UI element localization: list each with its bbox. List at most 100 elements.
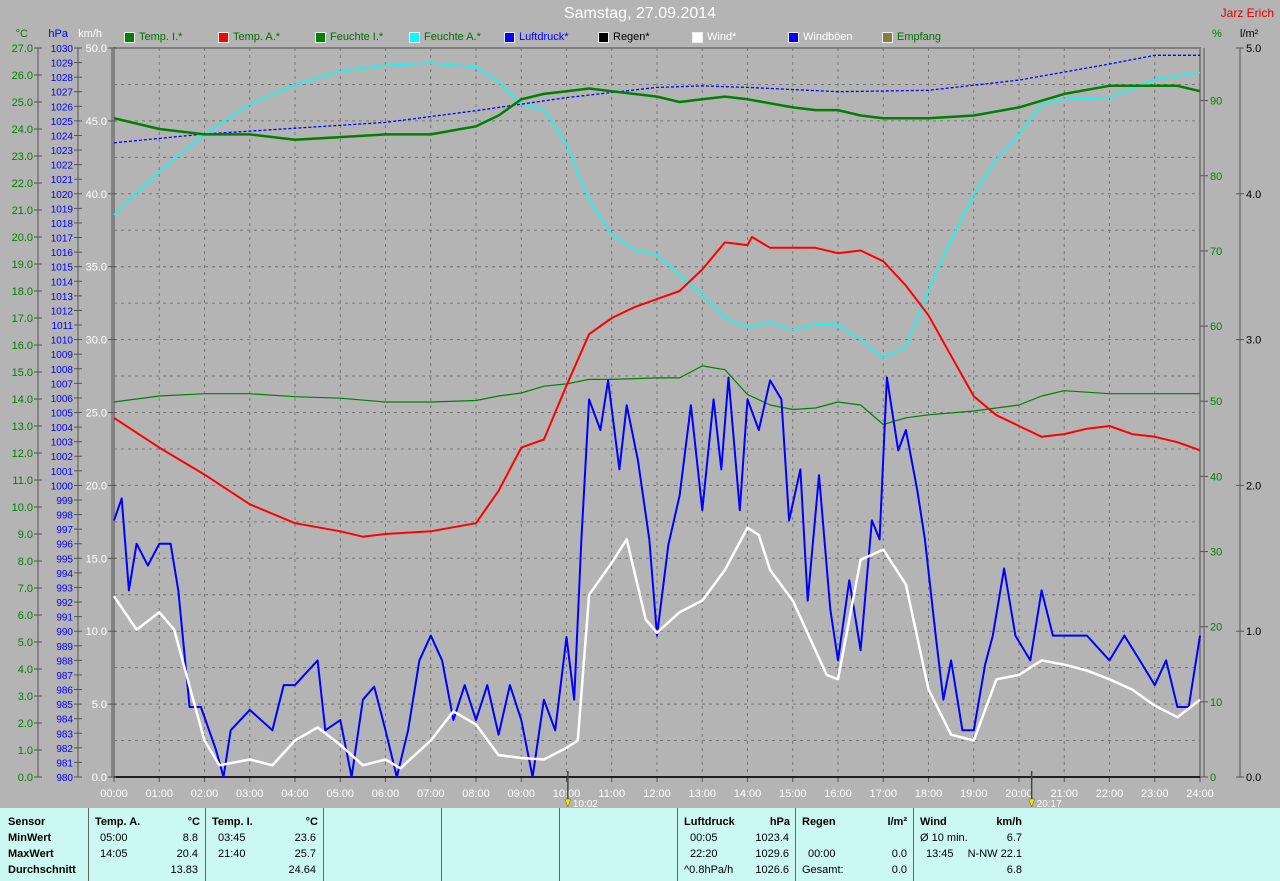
- temp-i-min: 23.6: [294, 832, 316, 844]
- pressure-tick-label: 1013: [51, 292, 74, 303]
- temp-a-max-time: 14:05: [100, 848, 128, 860]
- wind-avg: 6.7: [1006, 832, 1022, 844]
- pressure-tick-label: 1007: [51, 379, 74, 390]
- legend-swatch: [218, 31, 229, 43]
- pressure-tick-label: 981: [56, 758, 73, 769]
- pressure-tick-label: 995: [56, 554, 73, 565]
- wind-day-avg: 6.8: [1006, 864, 1022, 876]
- legend-item: Empfang: [882, 31, 941, 43]
- pressure-header: Luftdruck: [684, 816, 735, 828]
- temp-a-header: Temp. A.: [95, 816, 141, 828]
- temp-tick-label: 19.0: [12, 259, 33, 271]
- pressure-tick-label: 1000: [51, 481, 74, 492]
- legend-item: Regen*: [598, 31, 650, 43]
- rain-tick-label: 1.0: [1246, 626, 1261, 638]
- humidity-tick-label: 20: [1210, 622, 1222, 634]
- x-tick-label: 24:00: [1186, 788, 1214, 800]
- avg-row-label: Durchschnitt: [8, 864, 76, 876]
- temp-tick-label: 22.0: [12, 178, 33, 190]
- legend-label: Feuchte I.*: [330, 31, 384, 43]
- wind-tick-label: 20.0: [86, 480, 107, 492]
- stats-table: Sensor MinWert MaxWert Durchschnitt Temp…: [0, 808, 1280, 881]
- wind-unit: km/h: [996, 816, 1022, 828]
- chart-title: Samstag, 27.09.2014: [563, 5, 717, 22]
- legend-swatch: [409, 31, 420, 43]
- pressure-tick-label: 983: [56, 729, 73, 740]
- pressure-tick-label: 989: [56, 642, 73, 653]
- temp-tick-label: 4.0: [18, 664, 33, 676]
- sun-marker-icon: [1028, 798, 1036, 808]
- wind-tick-label: 5.0: [92, 699, 107, 711]
- pressure-tick-label: 1002: [51, 452, 74, 463]
- pressure-tick-label: 1014: [51, 277, 74, 288]
- pressure-avg: 1026.6: [755, 864, 789, 876]
- x-tick-label: 05:00: [326, 788, 354, 800]
- x-tick-label: 12:00: [643, 788, 671, 800]
- temp-tick-label: 27.0: [12, 43, 33, 55]
- legend-label: Wind*: [707, 31, 737, 43]
- x-tick-label: 04:00: [281, 788, 309, 800]
- wind-tick-label: 0.0: [92, 772, 107, 784]
- rain-time: 00:00: [808, 848, 836, 860]
- pressure-tick-label: 1022: [51, 161, 74, 172]
- x-tick-label: 01:00: [145, 788, 173, 800]
- legend-item: Windböen: [788, 31, 853, 43]
- legend-item: Feuchte A.*: [409, 31, 481, 43]
- pressure-tick-label: 1004: [51, 423, 74, 434]
- pressure-tick-label: 1016: [51, 248, 74, 259]
- pressure-tick-label: 1018: [51, 219, 74, 230]
- humidity-tick-label: 70: [1210, 246, 1222, 258]
- pressure-tick-label: 992: [56, 598, 73, 609]
- temp-tick-label: 3.0: [18, 691, 33, 703]
- pressure-tick-label: 1026: [51, 102, 74, 113]
- pressure-tick-label: 1015: [51, 263, 74, 274]
- legend-item: Feuchte I.*: [315, 31, 383, 43]
- wind-max: N-NW 22.1: [967, 848, 1022, 860]
- humidity-axis-unit: %: [1212, 28, 1222, 40]
- temp-tick-label: 16.0: [12, 340, 33, 352]
- wind-avg-label: Ø 10 min.: [920, 832, 968, 844]
- temp-tick-label: 1.0: [18, 745, 33, 757]
- temp-a-avg: 13.83: [170, 864, 198, 876]
- x-tick-label: 19:00: [960, 788, 988, 800]
- x-tick-label: 03:00: [236, 788, 264, 800]
- pressure-tick-label: 986: [56, 686, 73, 697]
- temp-i-header: Temp. I.: [212, 816, 253, 828]
- humidity-tick-label: 10: [1210, 697, 1222, 709]
- pressure-tick-label: 993: [56, 583, 73, 594]
- temp-tick-label: 10.0: [12, 502, 33, 514]
- legend-label: Luftdruck*: [519, 31, 569, 43]
- legend-swatch: [882, 31, 893, 43]
- wind-tick-label: 45.0: [86, 116, 107, 128]
- humidity-tick-label: 30: [1210, 547, 1222, 559]
- rain-tick-label: 2.0: [1246, 480, 1261, 492]
- pressure-tick-label: 997: [56, 525, 73, 536]
- pressure-tick-label: 994: [56, 569, 73, 580]
- wind-tick-label: 40.0: [86, 189, 107, 201]
- temp-tick-label: 18.0: [12, 286, 33, 298]
- x-tick-label: 17:00: [869, 788, 897, 800]
- pressure-tick-label: 991: [56, 613, 73, 624]
- temp-i-max-time: 21:40: [218, 848, 246, 860]
- temp-tick-label: 15.0: [12, 367, 33, 379]
- x-tick-label: 15:00: [779, 788, 807, 800]
- legend-swatch: [788, 31, 799, 43]
- temp-tick-label: 2.0: [18, 718, 33, 730]
- temp-tick-label: 0.0: [18, 772, 33, 784]
- temp-a-unit: °C: [187, 816, 200, 828]
- pressure-tick-label: 987: [56, 671, 73, 682]
- pressure-tick-label: 990: [56, 627, 73, 638]
- humidity-tick-label: 60: [1210, 321, 1222, 333]
- rain-tick-label: 0.0: [1246, 772, 1261, 784]
- temp-tick-label: 12.0: [12, 448, 33, 460]
- pressure-tick-label: 1020: [51, 190, 74, 201]
- rain-total-label: Gesamt:: [802, 864, 844, 876]
- pressure-tick-label: 1023: [51, 146, 74, 157]
- pressure-axis-unit: hPa: [48, 28, 68, 40]
- pressure-tick-label: 982: [56, 744, 73, 755]
- sun-marker-icon: [564, 798, 572, 808]
- temp-i-max: 25.7: [294, 848, 316, 860]
- pressure-tick-label: 1024: [51, 131, 74, 142]
- pressure-tick-label: 980: [56, 773, 73, 784]
- weather-chart: 00:00 01:00 02:00 03:00 04:00 05:00 06:00 07:00…: [12, 28, 1262, 808]
